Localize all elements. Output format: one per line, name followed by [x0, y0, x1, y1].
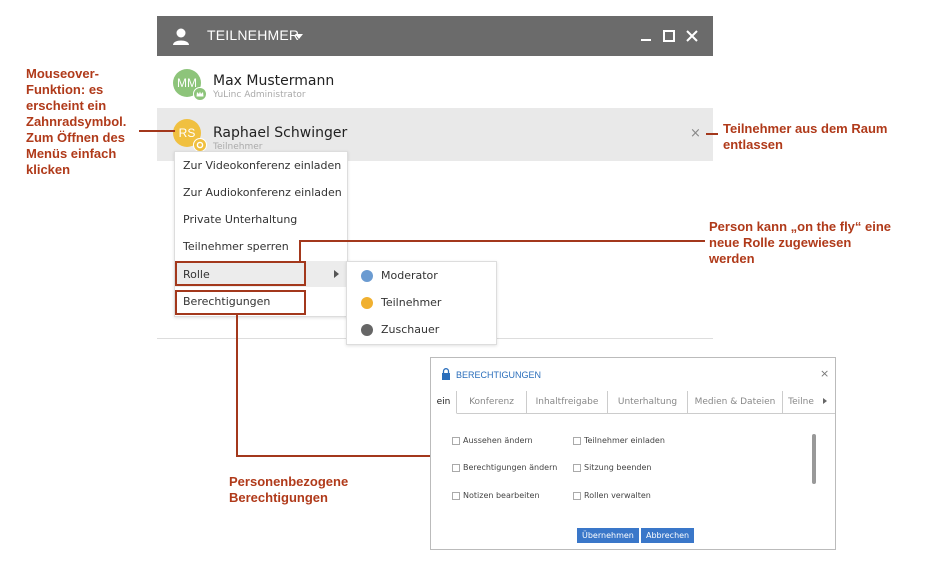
- tab-chat[interactable]: Unterhaltung: [608, 391, 688, 413]
- minimize-icon[interactable]: [638, 28, 654, 44]
- annotation-line-perms-v: [236, 314, 238, 456]
- role-highlight-box: [175, 261, 306, 286]
- apply-button[interactable]: Übernehmen: [577, 528, 639, 543]
- dialog-tabs: ein Konferenz Inhaltfreigabe Unterhaltun…: [431, 391, 835, 414]
- participants-window-header: TEILNEHMER: [157, 16, 713, 56]
- permission-option[interactable]: Aussehen ändern: [452, 436, 533, 445]
- annotation-mouseover: Mouseover- Funktion: es erscheint ein Za…: [26, 66, 127, 177]
- menu-item-block[interactable]: Teilnehmer sperren: [183, 240, 289, 253]
- annotation-line-role-v: [299, 240, 301, 262]
- crown-icon: [193, 87, 207, 101]
- menu-item-audio-invite[interactable]: Zur Audiokonferenz einladen: [183, 186, 342, 199]
- permission-option[interactable]: Sitzung beenden: [573, 463, 651, 472]
- participant-name: Max Mustermann: [213, 73, 335, 89]
- checkbox[interactable]: [452, 436, 460, 445]
- tab-conference[interactable]: Konferenz: [457, 391, 527, 413]
- tab-media-files[interactable]: Medien & Dateien: [688, 391, 783, 413]
- tab-content-sharing[interactable]: Inhaltfreigabe: [527, 391, 608, 413]
- checkbox[interactable]: [573, 491, 581, 500]
- moderator-icon: [361, 270, 373, 282]
- permissions-dialog: BERECHTIGUNGEN × ein Konferenz Inhaltfre…: [430, 357, 836, 550]
- annotation-permissions: Personenbezogene Berechtigungen: [229, 474, 349, 505]
- menu-item-video-invite[interactable]: Zur Videokonferenz einladen: [183, 159, 341, 172]
- maximize-icon[interactable]: [661, 28, 677, 44]
- chevron-down-icon[interactable]: [295, 34, 303, 39]
- annotation-role: Person kann „on the fly“ eine neue Rolle…: [709, 219, 892, 266]
- menu-item-private-chat[interactable]: Private Unterhaltung: [183, 213, 297, 226]
- permission-option[interactable]: Notizen bearbeiten: [452, 491, 540, 500]
- chevron-right-icon: [334, 270, 339, 278]
- role-option-viewer[interactable]: Zuschauer: [381, 323, 439, 336]
- annotation-kick: Teilnehmer aus dem Raum entlassen: [723, 121, 888, 152]
- permissions-highlight-box: [175, 290, 306, 315]
- lock-icon: [442, 368, 450, 380]
- permission-option[interactable]: Teilnehmer einladen: [573, 436, 665, 445]
- chevron-right-icon[interactable]: [823, 398, 827, 404]
- permission-option[interactable]: Rollen verwalten: [573, 491, 651, 500]
- participant-icon: [361, 297, 373, 309]
- role-option-participant[interactable]: Teilnehmer: [381, 296, 441, 309]
- gear-icon[interactable]: [193, 138, 207, 152]
- role-submenu: Moderator Teilnehmer Zuschauer: [346, 261, 497, 345]
- dialog-close-button[interactable]: ×: [820, 367, 829, 380]
- annotation-line-kick: [706, 133, 718, 135]
- close-icon[interactable]: [684, 28, 700, 44]
- checkbox[interactable]: [452, 491, 460, 500]
- tab-general[interactable]: ein: [431, 391, 457, 414]
- checkbox[interactable]: [452, 463, 460, 472]
- tab-participants[interactable]: Teilne: [783, 391, 819, 413]
- participant-role: YuLinc Administrator: [213, 90, 306, 100]
- participant-row[interactable]: MM Max Mustermann YuLinc Administrator: [157, 60, 713, 110]
- permission-option[interactable]: Berechtigungen ändern: [452, 463, 557, 472]
- annotation-line-role-h: [299, 240, 705, 242]
- window-title[interactable]: TEILNEHMER: [207, 27, 299, 43]
- eye-icon: [361, 324, 373, 336]
- participant-name: Raphael Schwinger: [213, 125, 348, 141]
- remove-participant-button[interactable]: ×: [690, 126, 701, 141]
- checkbox[interactable]: [573, 463, 581, 472]
- cancel-button[interactable]: Abbrechen: [641, 528, 695, 543]
- role-option-moderator[interactable]: Moderator: [381, 269, 438, 282]
- user-icon: [173, 28, 189, 45]
- annotation-line-perms-h: [236, 455, 431, 457]
- checkbox[interactable]: [573, 436, 581, 445]
- scrollbar[interactable]: [812, 434, 816, 484]
- dialog-title: BERECHTIGUNGEN: [456, 370, 542, 380]
